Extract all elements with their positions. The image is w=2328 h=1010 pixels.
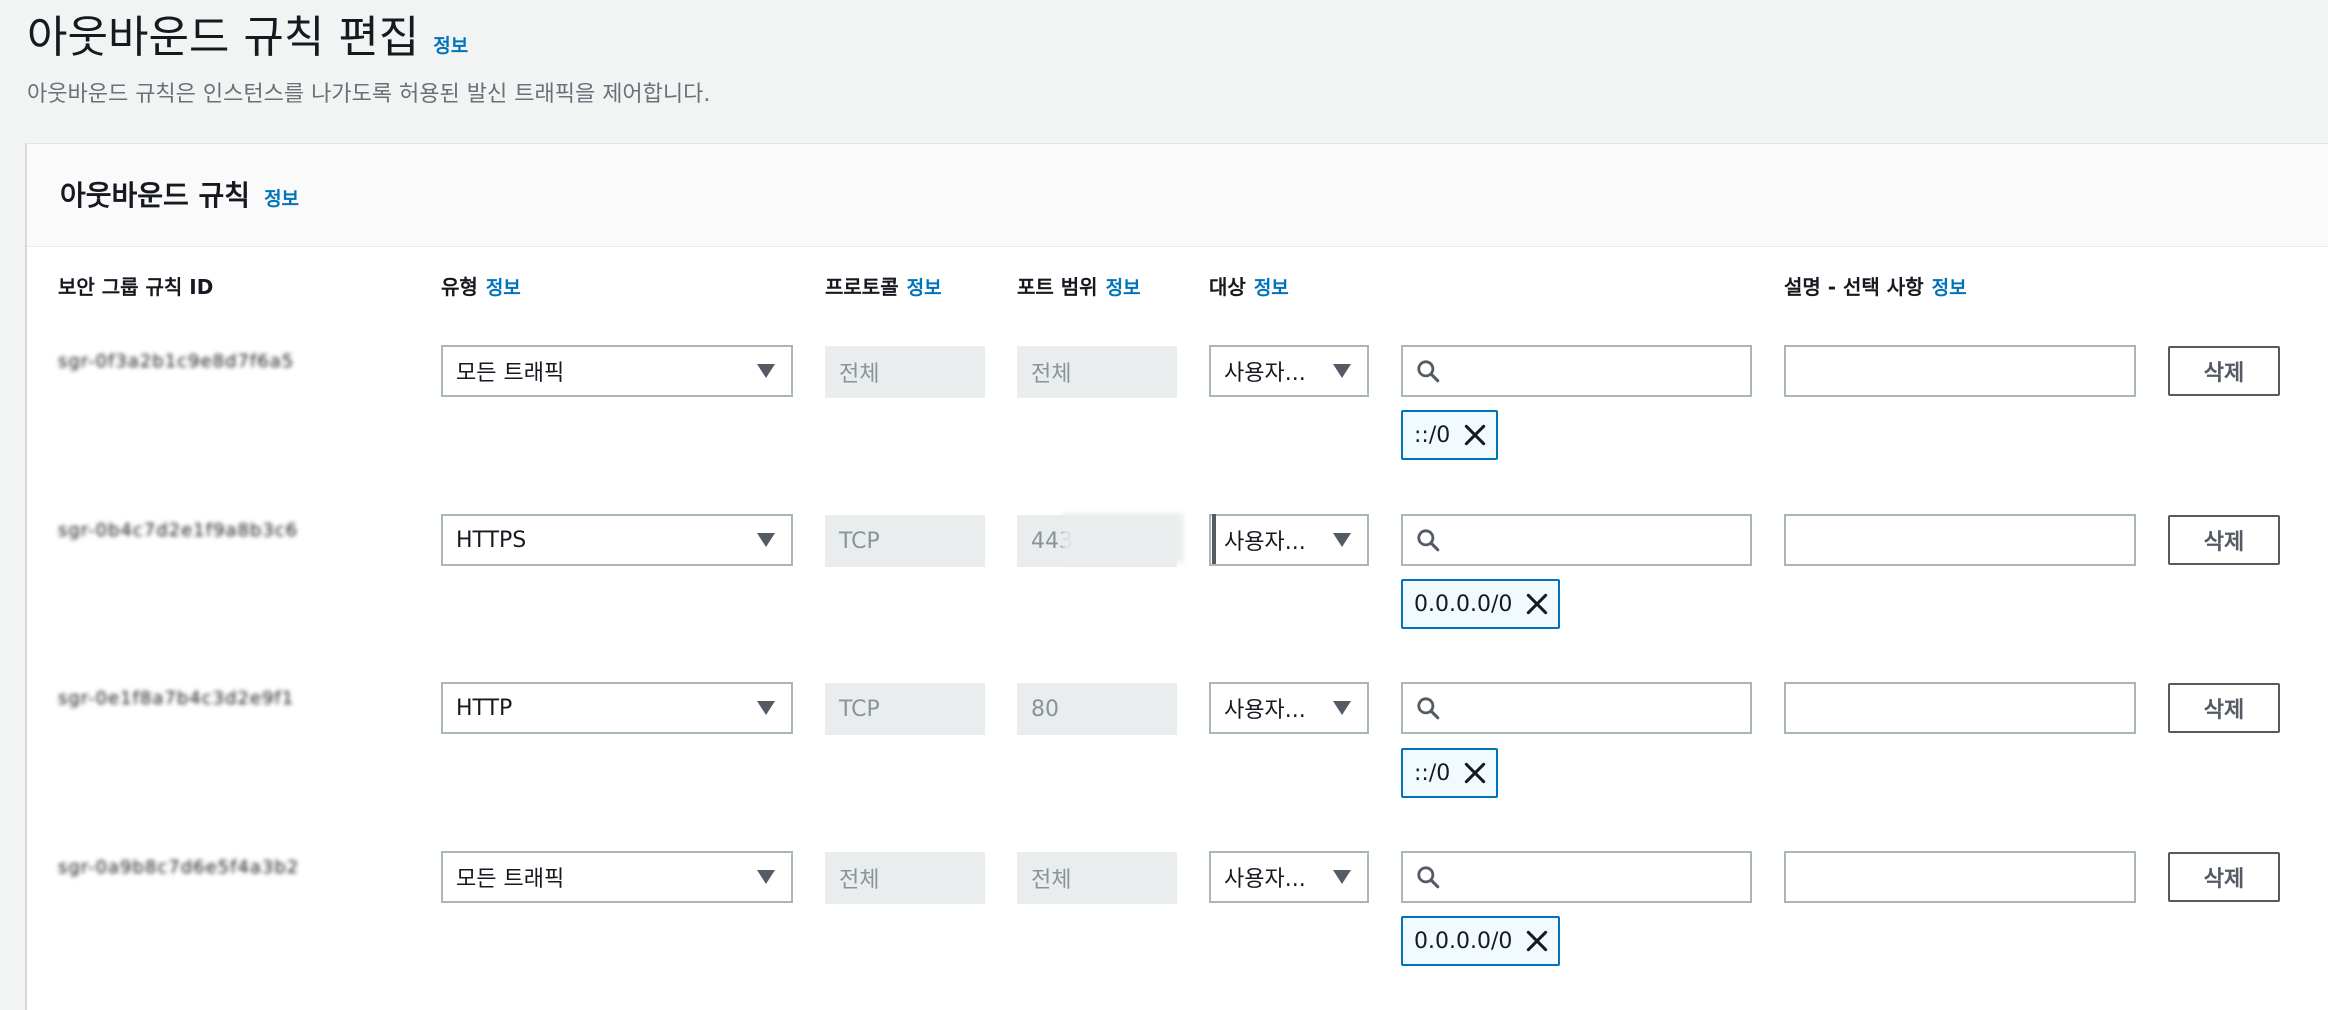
caret-down-icon: [1333, 870, 1351, 884]
caret-down-icon: [757, 533, 775, 547]
close-icon[interactable]: [1462, 422, 1488, 448]
cidr-token: ::/0: [1401, 410, 1499, 460]
protocol-field: 전체: [825, 852, 985, 904]
type-select[interactable]: 모든 트래픽: [441, 851, 793, 903]
type-select-value: 모든 트래픽: [456, 361, 565, 386]
type-select-value: 모든 트래픽: [456, 867, 565, 892]
delete-button[interactable]: 삭제: [2168, 683, 2280, 733]
column-label-port-range: 포트 범위: [1017, 275, 1098, 299]
cidr-token-label: 0.0.0.0/0: [1414, 928, 1513, 954]
rule-id: sgr-0e1f8a7b4c3d2e9f1: [58, 688, 295, 709]
cidr-token-label: ::/0: [1414, 422, 1451, 448]
edit-cursor-marker: [1212, 514, 1216, 564]
caret-down-icon: [1333, 533, 1351, 547]
delete-button[interactable]: 삭제: [2168, 346, 2280, 396]
column-header-destination: 대상 정보: [1209, 271, 1289, 300]
destination-type-select[interactable]: 사용자...: [1209, 514, 1369, 566]
description-input[interactable]: [1784, 514, 2136, 566]
type-select-value: HTTPS: [456, 527, 527, 553]
destination-search[interactable]: [1401, 345, 1752, 397]
cidr-token: ::/0: [1401, 748, 1499, 798]
destination-type-value: 사용자...: [1224, 867, 1306, 892]
cidr-token: 0.0.0.0/0: [1401, 579, 1561, 629]
port-range-field: 전체: [1017, 852, 1177, 904]
cidr-token: 0.0.0.0/0: [1401, 916, 1561, 966]
destination-search-input[interactable]: [1441, 517, 1750, 563]
panel-info-link[interactable]: 정보: [264, 184, 299, 211]
port-range-field: 전체: [1017, 346, 1177, 398]
page-title-row: 아웃바운드 규칙 편집 정보: [27, 8, 468, 68]
caret-down-icon: [757, 870, 775, 884]
close-icon[interactable]: [1462, 760, 1488, 786]
destination-search-input[interactable]: [1441, 685, 1750, 731]
destination-type-value: 사용자...: [1224, 530, 1306, 555]
type-select-value: HTTP: [456, 695, 513, 721]
search-icon: [1417, 697, 1440, 720]
protocol-field: 전체: [825, 346, 985, 398]
panel-title-row: 아웃바운드 규칙 정보: [60, 174, 299, 214]
type-select[interactable]: HTTP: [441, 682, 793, 734]
protocol-field: TCP: [825, 515, 985, 567]
caret-down-icon: [757, 701, 775, 715]
column-label-description: 설명 - 선택 사항: [1784, 275, 1924, 299]
column-label-protocol: 프로토콜: [825, 275, 899, 299]
type-select[interactable]: HTTPS: [441, 514, 793, 566]
description-input[interactable]: [1784, 851, 2136, 903]
rule-id: sgr-0a9b8c7d6e5f4a3b2: [58, 857, 300, 878]
delete-button[interactable]: 삭제: [2168, 852, 2280, 902]
column-header-rule-id: 보안 그룹 규칙 ID: [58, 271, 213, 300]
caret-down-icon: [1333, 701, 1351, 715]
destination-search[interactable]: [1401, 682, 1752, 734]
destination-search-input[interactable]: [1441, 854, 1750, 900]
type-select[interactable]: 모든 트래픽: [441, 345, 793, 397]
cidr-token-label: 0.0.0.0/0: [1414, 591, 1513, 617]
column-header-description: 설명 - 선택 사항 정보: [1784, 271, 1967, 300]
column-header-type: 유형 정보: [441, 271, 521, 300]
destination-search[interactable]: [1401, 851, 1752, 903]
port-range-info-link[interactable]: 정보: [1106, 273, 1141, 300]
destination-info-link[interactable]: 정보: [1254, 273, 1289, 300]
column-label-rule-id: 보안 그룹 규칙 ID: [58, 275, 214, 299]
description-input[interactable]: [1784, 345, 2136, 397]
destination-type-select[interactable]: 사용자...: [1209, 682, 1369, 734]
destination-type-select[interactable]: 사용자...: [1209, 345, 1369, 397]
column-label-type: 유형: [441, 275, 478, 299]
page-title: 아웃바운드 규칙 편집: [27, 12, 420, 63]
close-icon[interactable]: [1524, 928, 1550, 954]
destination-type-value: 사용자...: [1224, 361, 1306, 386]
close-icon[interactable]: [1524, 591, 1550, 617]
protocol-field: TCP: [825, 683, 985, 735]
cidr-token-label: ::/0: [1414, 760, 1451, 786]
description-input[interactable]: [1784, 682, 2136, 734]
type-info-link[interactable]: 정보: [486, 273, 521, 300]
destination-search[interactable]: [1401, 514, 1752, 566]
destination-type-select[interactable]: 사용자...: [1209, 851, 1369, 903]
column-header-port-range: 포트 범위 정보: [1017, 271, 1141, 300]
panel-title: 아웃바운드 규칙: [60, 179, 251, 212]
port-range-field: 80: [1017, 683, 1177, 735]
caret-down-icon: [1333, 364, 1351, 378]
search-icon: [1417, 529, 1440, 552]
column-header-protocol: 프로토콜 정보: [825, 271, 942, 300]
destination-type-value: 사용자...: [1224, 698, 1306, 723]
column-label-destination: 대상: [1209, 275, 1246, 299]
search-icon: [1417, 866, 1440, 889]
delete-button[interactable]: 삭제: [2168, 515, 2280, 565]
page-description: 아웃바운드 규칙은 인스턴스를 나가도록 허용된 발신 트래픽을 제어합니다.: [27, 82, 711, 107]
description-info-link[interactable]: 정보: [1932, 273, 1967, 300]
search-icon: [1417, 360, 1440, 383]
redaction-overlay: [1062, 513, 1184, 563]
protocol-info-link[interactable]: 정보: [907, 273, 942, 300]
destination-search-input[interactable]: [1441, 348, 1750, 394]
rule-id: sgr-0f3a2b1c9e8d7f6a5: [58, 351, 295, 372]
page-info-link[interactable]: 정보: [433, 31, 468, 58]
caret-down-icon: [757, 364, 775, 378]
rule-id: sgr-0b4c7d2e1f9a8b3c6: [58, 520, 299, 541]
panel-header: 아웃바운드 규칙 정보: [27, 144, 2328, 247]
